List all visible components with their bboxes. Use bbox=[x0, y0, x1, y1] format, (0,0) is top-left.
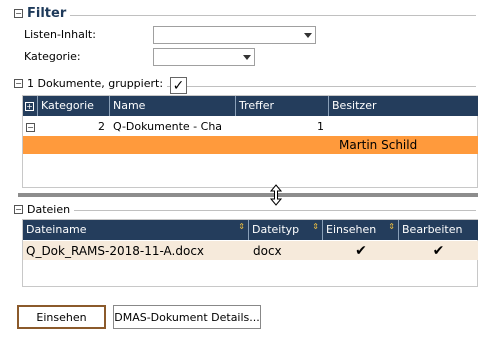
column-dateityp-label: Dateityp bbox=[252, 223, 300, 236]
groups-header: − 1 Dokumente, gruppiert: bbox=[14, 77, 168, 90]
groups-table-header: + Kategorie Name Treffer Besitzer bbox=[23, 96, 478, 116]
column-dateiname-label: Dateiname bbox=[26, 223, 87, 236]
column-treffer[interactable]: Treffer bbox=[236, 96, 329, 116]
selected-row[interactable]: Martin Schild bbox=[23, 136, 478, 154]
chevron-down-icon[interactable] bbox=[301, 28, 314, 42]
collapse-icon[interactable]: − bbox=[26, 122, 35, 132]
panel-splitter[interactable] bbox=[18, 193, 478, 197]
chevron-down-icon[interactable] bbox=[240, 50, 253, 64]
group-row[interactable]: − 2 Q-Dokumente - Cha 1 bbox=[23, 117, 478, 135]
sort-icon[interactable]: ⇕ bbox=[312, 223, 319, 231]
group-treffer: 1 bbox=[317, 119, 324, 133]
einsehen-button[interactable]: Einsehen bbox=[17, 305, 106, 329]
dateien-divider bbox=[20, 210, 476, 211]
column-kategorie[interactable]: Kategorie bbox=[38, 96, 110, 116]
filter-title: Filter bbox=[27, 6, 67, 21]
group-kategorie: 2 bbox=[98, 119, 105, 133]
checkmark-icon: ✓ bbox=[172, 77, 185, 94]
column-einsehen[interactable]: Einsehen ⇕ bbox=[323, 220, 399, 240]
column-dateiname[interactable]: Dateiname ⇕ bbox=[23, 220, 249, 240]
einsehen-check-icon[interactable]: ✔ bbox=[323, 243, 399, 259]
listen-inhalt-select[interactable] bbox=[153, 26, 316, 44]
sort-icon[interactable]: ⇕ bbox=[388, 223, 395, 231]
collapse-icon[interactable]: − bbox=[14, 9, 23, 18]
column-einsehen-label: Einsehen bbox=[326, 223, 377, 236]
column-besitzer[interactable]: Besitzer bbox=[329, 96, 478, 116]
file-name: Q_Dok_RAMS-2018-11-A.docx bbox=[26, 243, 205, 258]
sort-icon[interactable]: ⇕ bbox=[238, 223, 245, 231]
collapse-icon[interactable]: − bbox=[14, 79, 23, 88]
kategorie-label: Kategorie: bbox=[24, 50, 81, 63]
listen-inhalt-label: Listen-Inhalt: bbox=[24, 28, 96, 41]
filter-divider bbox=[20, 15, 476, 16]
dateien-title: Dateien bbox=[27, 203, 71, 216]
column-name[interactable]: Name bbox=[110, 96, 236, 116]
resize-vertical-icon[interactable] bbox=[270, 184, 282, 206]
file-type: docx bbox=[253, 243, 282, 258]
column-dateityp[interactable]: Dateityp ⇕ bbox=[249, 220, 323, 240]
bearbeiten-check-icon[interactable]: ✔ bbox=[399, 243, 478, 259]
group-name: Q-Dokumente - Cha bbox=[113, 119, 223, 133]
groups-title: 1 Dokumente, gruppiert: bbox=[27, 77, 164, 90]
column-bearbeiten[interactable]: Bearbeiten bbox=[399, 220, 478, 240]
grouped-checkbox[interactable]: ✓ bbox=[170, 77, 187, 94]
expand-all-column[interactable]: + bbox=[23, 96, 38, 116]
dateien-table-header: Dateiname ⇕ Dateityp ⇕ Einsehen ⇕ Bearbe… bbox=[23, 220, 478, 240]
file-row[interactable]: Q_Dok_RAMS-2018-11-A.docx docx ✔ ✔ bbox=[23, 241, 478, 260]
kategorie-select[interactable] bbox=[153, 48, 255, 66]
filter-header: − Filter bbox=[14, 6, 71, 21]
collapse-icon[interactable]: − bbox=[14, 205, 23, 214]
details-button[interactable]: DMAS-Dokument Details... bbox=[113, 305, 261, 329]
dateien-header: − Dateien bbox=[14, 203, 75, 216]
expand-all-icon: + bbox=[25, 102, 34, 111]
row-besitzer: Martin Schild bbox=[339, 138, 418, 152]
